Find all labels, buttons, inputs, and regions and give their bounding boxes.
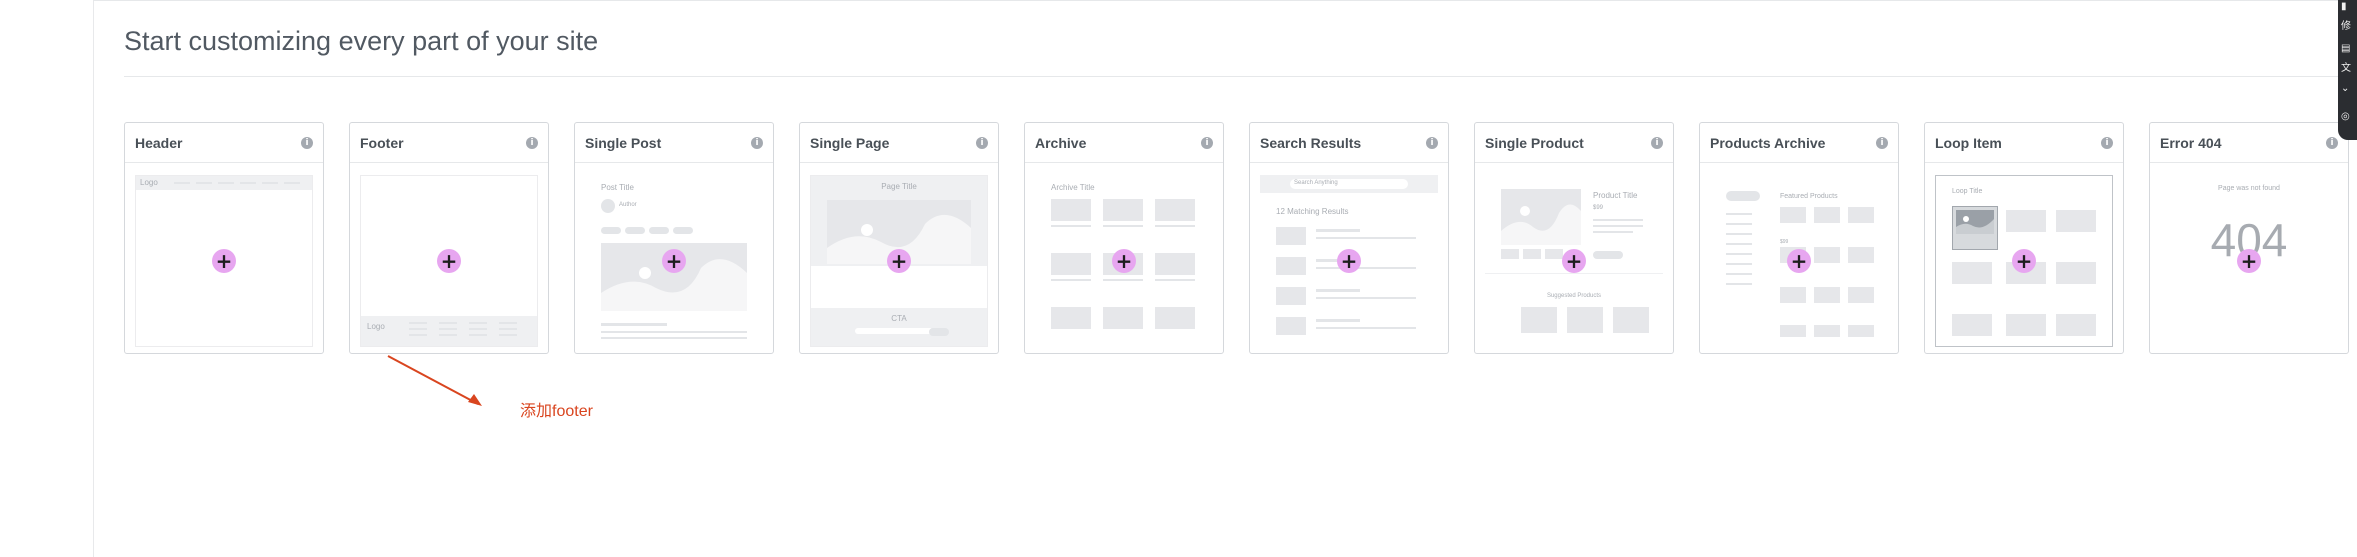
annotation-label: 添加footer: [520, 403, 593, 420]
card-header[interactable]: Header i Logo +: [124, 122, 324, 354]
add-template-button[interactable]: +: [1112, 249, 1136, 273]
file-icon[interactable]: ▤: [2341, 44, 2355, 54]
info-icon[interactable]: i: [976, 136, 988, 149]
card-title: Archive: [1035, 134, 1087, 151]
info-icon[interactable]: i: [1201, 136, 1213, 149]
add-template-button[interactable]: +: [2012, 249, 2036, 273]
card-products-archive[interactable]: Products Archive i Featured Products $99: [1699, 122, 1899, 354]
single-post-preview: Post Title Author +: [585, 175, 763, 347]
add-template-button[interactable]: +: [2237, 249, 2261, 273]
info-icon[interactable]: i: [301, 136, 313, 149]
info-icon[interactable]: i: [526, 136, 538, 149]
info-icon[interactable]: i: [1876, 136, 1888, 149]
card-title: Single Product: [1485, 134, 1584, 151]
add-template-button[interactable]: +: [887, 249, 911, 273]
info-icon[interactable]: i: [1426, 136, 1438, 149]
card-title: Search Results: [1260, 134, 1362, 151]
archive-preview: Archive Title +: [1035, 175, 1213, 347]
card-title: Error 404: [2160, 134, 2222, 151]
add-template-button[interactable]: +: [212, 249, 236, 273]
card-single-post[interactable]: Single Post i Post Title Author +: [574, 122, 774, 354]
info-icon[interactable]: i: [751, 136, 763, 149]
single-page-preview: Page Title CTA +: [810, 175, 988, 347]
toolbar-label[interactable]: 修: [2341, 22, 2355, 32]
right-toolbar: ▮ 修 ▤ 文 ⌄ ◎: [2338, 0, 2357, 140]
card-title: Single Post: [585, 134, 662, 151]
info-icon[interactable]: i: [1651, 136, 1663, 149]
footer-preview: Logo +: [360, 175, 538, 347]
add-template-button[interactable]: +: [437, 249, 461, 273]
loop-item-preview: Loop Title +: [1935, 175, 2113, 347]
settings-icon[interactable]: ◎: [2341, 112, 2355, 122]
page-title: Start customizing every part of your sit…: [124, 26, 599, 56]
add-template-button[interactable]: +: [1562, 249, 1586, 273]
top-border: [93, 0, 2357, 1]
add-template-button[interactable]: +: [662, 249, 686, 273]
card-single-page[interactable]: Single Page i Page Title CTA +: [799, 122, 999, 354]
card-title: Single Page: [810, 134, 890, 151]
card-search-results[interactable]: Search Results i Search Anything 12 Matc…: [1249, 122, 1449, 354]
card-title: Loop Item: [1935, 134, 2002, 151]
card-title: Footer: [360, 134, 404, 151]
annotation-arrow-icon: [387, 355, 482, 406]
chevron-down-icon[interactable]: ⌄: [2341, 84, 2355, 94]
info-icon[interactable]: i: [2326, 136, 2338, 149]
card-archive[interactable]: Archive i Archive Title +: [1024, 122, 1224, 354]
left-sidebar: [0, 0, 94, 557]
add-template-button[interactable]: +: [1337, 249, 1361, 273]
card-single-product[interactable]: Single Product i Product Title $99 Sugge…: [1474, 122, 1674, 354]
add-template-button[interactable]: +: [1787, 249, 1811, 273]
error-404-preview: Page was not found 404 +: [2160, 175, 2338, 347]
card-footer[interactable]: Footer i Logo +: [349, 122, 549, 354]
search-results-preview: Search Anything 12 Matching Results +: [1260, 175, 1438, 347]
title-divider: [124, 76, 2357, 77]
header-preview: Logo +: [135, 175, 313, 347]
card-loop-item[interactable]: Loop Item i Loop Title +: [1924, 122, 2124, 354]
card-title: Products Archive: [1710, 134, 1826, 151]
card-title: Header: [135, 134, 183, 151]
info-icon[interactable]: i: [2101, 136, 2113, 149]
toolbar-label[interactable]: 文: [2341, 64, 2355, 74]
single-product-preview: Product Title $99 Suggested Products +: [1485, 175, 1663, 347]
products-archive-preview: Featured Products $99 +: [1710, 175, 1888, 347]
card-error-404[interactable]: Error 404 i Page was not found 404 +: [2149, 122, 2349, 354]
document-icon[interactable]: ▮: [2341, 2, 2355, 12]
